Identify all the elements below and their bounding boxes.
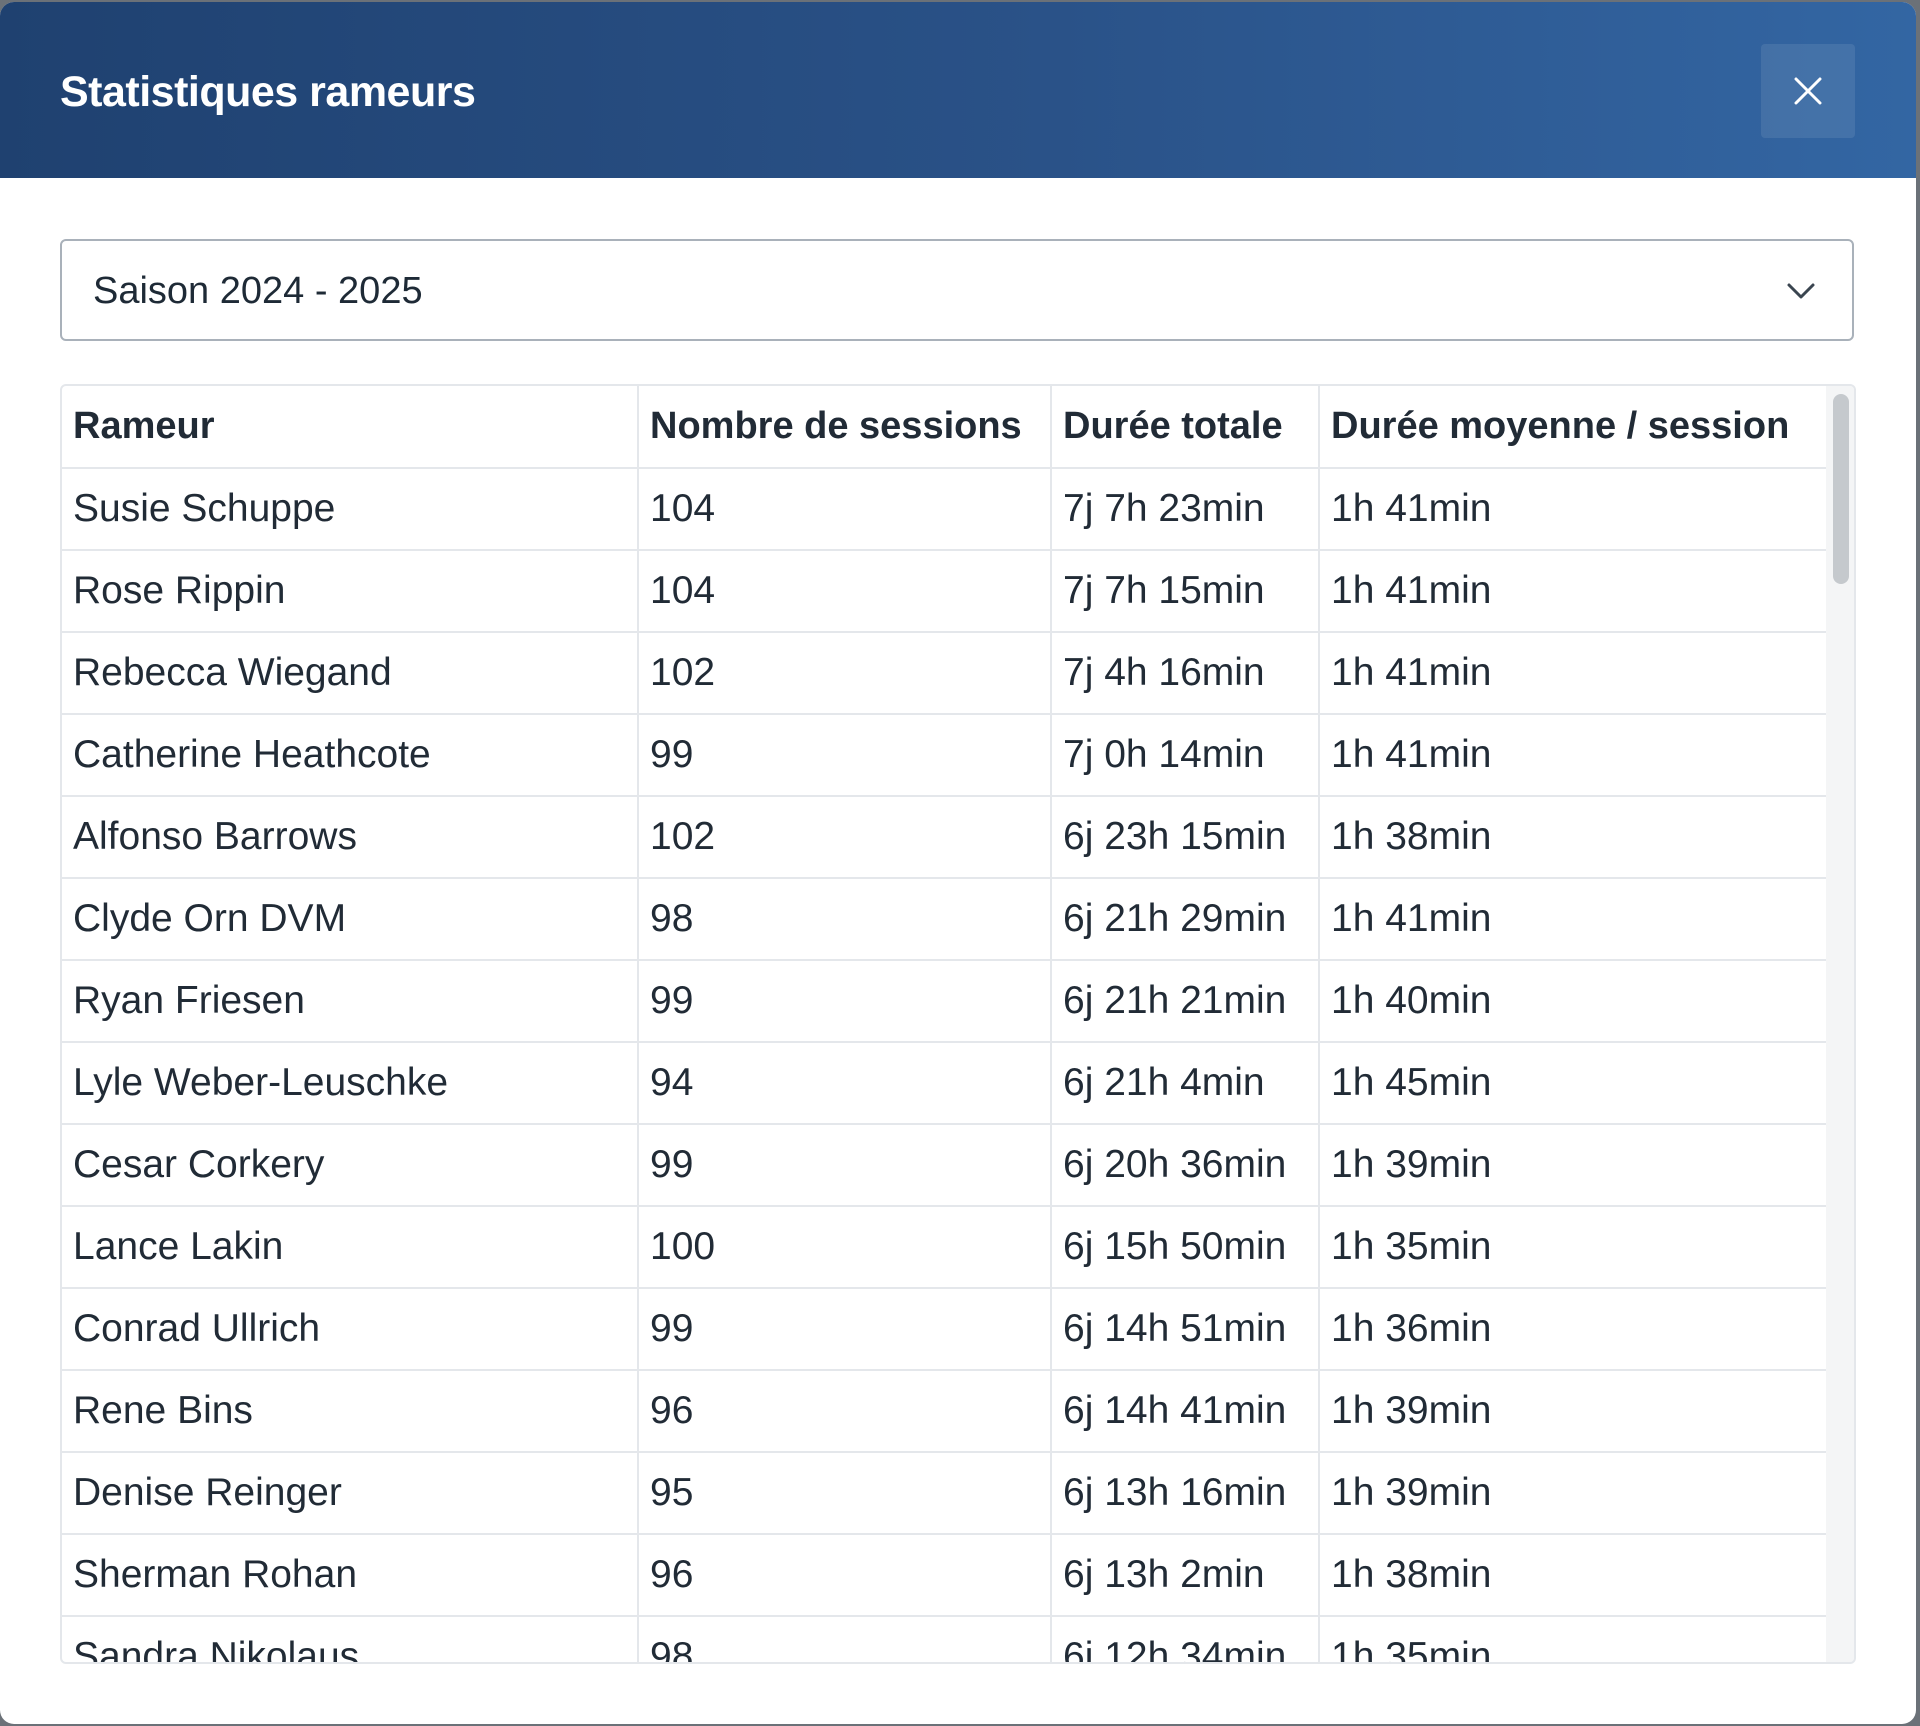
statistics-modal: Statistiques rameurs Saison 2024 - 2025 …	[0, 2, 1916, 1724]
average-duration-cell: 1h 41min	[1319, 714, 1829, 797]
total-duration-cell: 6j 20h 36min	[1051, 1124, 1320, 1207]
total-duration-cell: 6j 14h 41min	[1051, 1370, 1320, 1453]
total-duration-cell: 6j 14h 51min	[1051, 1288, 1320, 1371]
rower-name-cell: Rose Rippin	[62, 550, 639, 633]
table-row[interactable]: Lance Lakin 100 6j 15h 50min 1h 35min	[62, 1206, 1829, 1289]
total-duration-cell: 6j 12h 34min	[1051, 1616, 1320, 1662]
rower-name-cell: Ryan Friesen	[62, 960, 639, 1043]
average-duration-cell: 1h 39min	[1319, 1452, 1829, 1535]
season-select[interactable]: Saison 2024 - 2025	[60, 239, 1854, 341]
sessions-count-cell: 102	[638, 796, 1052, 879]
total-duration-cell: 6j 21h 29min	[1051, 878, 1320, 961]
table-row[interactable]: Rebecca Wiegand 102 7j 4h 16min 1h 41min	[62, 632, 1829, 715]
total-duration-cell: 7j 7h 23min	[1051, 468, 1320, 551]
chevron-down-icon	[1787, 283, 1815, 299]
table-header-row: Rameur Nombre de sessions Durée totale D…	[62, 386, 1829, 469]
average-duration-cell: 1h 39min	[1319, 1370, 1829, 1453]
sessions-count-cell: 102	[638, 632, 1052, 715]
table-row[interactable]: Clyde Orn DVM 98 6j 21h 29min 1h 41min	[62, 878, 1829, 961]
rower-name-cell: Denise Reinger	[62, 1452, 639, 1535]
total-duration-cell: 6j 21h 21min	[1051, 960, 1320, 1043]
average-duration-cell: 1h 40min	[1319, 960, 1829, 1043]
table-row[interactable]: Sandra Nikolaus 98 6j 12h 34min 1h 35min	[62, 1616, 1829, 1662]
sessions-count-cell: 99	[638, 1288, 1052, 1371]
sessions-count-cell: 96	[638, 1534, 1052, 1617]
total-duration-cell: 6j 15h 50min	[1051, 1206, 1320, 1289]
scrollbar-thumb[interactable]	[1833, 394, 1849, 584]
season-select-value: Saison 2024 - 2025	[93, 270, 423, 312]
sessions-count-cell: 98	[638, 878, 1052, 961]
average-duration-cell: 1h 41min	[1319, 878, 1829, 961]
rower-name-cell: Susie Schuppe	[62, 468, 639, 551]
table-row[interactable]: Susie Schuppe 104 7j 7h 23min 1h 41min	[62, 468, 1829, 551]
rower-name-cell: Sandra Nikolaus	[62, 1616, 639, 1662]
average-duration-cell: 1h 38min	[1319, 1534, 1829, 1617]
rower-name-cell: Catherine Heathcote	[62, 714, 639, 797]
close-button[interactable]	[1761, 44, 1855, 138]
table-row[interactable]: Rene Bins 96 6j 14h 41min 1h 39min	[62, 1370, 1829, 1453]
sessions-count-cell: 99	[638, 960, 1052, 1043]
column-header-total-duration[interactable]: Durée totale	[1051, 386, 1320, 469]
column-header-average-duration[interactable]: Durée moyenne / session	[1319, 386, 1829, 469]
sessions-count-cell: 96	[638, 1370, 1052, 1453]
sessions-count-cell: 104	[638, 468, 1052, 551]
total-duration-cell: 6j 13h 2min	[1051, 1534, 1320, 1617]
table-row[interactable]: Rose Rippin 104 7j 7h 15min 1h 41min	[62, 550, 1829, 633]
average-duration-cell: 1h 45min	[1319, 1042, 1829, 1125]
rower-name-cell: Lyle Weber-Leuschke	[62, 1042, 639, 1125]
close-icon	[1794, 77, 1822, 105]
total-duration-cell: 7j 0h 14min	[1051, 714, 1320, 797]
modal-title: Statistiques rameurs	[60, 68, 476, 116]
total-duration-cell: 7j 7h 15min	[1051, 550, 1320, 633]
rower-name-cell: Lance Lakin	[62, 1206, 639, 1289]
total-duration-cell: 6j 13h 16min	[1051, 1452, 1320, 1535]
total-duration-cell: 7j 4h 16min	[1051, 632, 1320, 715]
table-row[interactable]: Ryan Friesen 99 6j 21h 21min 1h 40min	[62, 960, 1829, 1043]
table-row[interactable]: Conrad Ullrich 99 6j 14h 51min 1h 36min	[62, 1288, 1829, 1371]
average-duration-cell: 1h 35min	[1319, 1206, 1829, 1289]
average-duration-cell: 1h 38min	[1319, 796, 1829, 879]
average-duration-cell: 1h 35min	[1319, 1616, 1829, 1662]
rower-name-cell: Rebecca Wiegand	[62, 632, 639, 715]
rower-name-cell: Conrad Ullrich	[62, 1288, 639, 1371]
modal-header: Statistiques rameurs	[0, 2, 1916, 178]
rower-name-cell: Alfonso Barrows	[62, 796, 639, 879]
table-row[interactable]: Denise Reinger 95 6j 13h 16min 1h 39min	[62, 1452, 1829, 1535]
column-header-sessions[interactable]: Nombre de sessions	[638, 386, 1052, 469]
table-row[interactable]: Cesar Corkery 99 6j 20h 36min 1h 39min	[62, 1124, 1829, 1207]
rowers-stats-table: Rameur Nombre de sessions Durée totale D…	[62, 386, 1829, 1662]
sessions-count-cell: 99	[638, 714, 1052, 797]
average-duration-cell: 1h 41min	[1319, 550, 1829, 633]
rowers-stats-table-container: Rameur Nombre de sessions Durée totale D…	[60, 384, 1856, 1664]
sessions-count-cell: 99	[638, 1124, 1052, 1207]
total-duration-cell: 6j 21h 4min	[1051, 1042, 1320, 1125]
total-duration-cell: 6j 23h 15min	[1051, 796, 1320, 879]
sessions-count-cell: 95	[638, 1452, 1052, 1535]
table-row[interactable]: Alfonso Barrows 102 6j 23h 15min 1h 38min	[62, 796, 1829, 879]
table-scrollbar[interactable]	[1826, 386, 1854, 1662]
table-row[interactable]: Catherine Heathcote 99 7j 0h 14min 1h 41min	[62, 714, 1829, 797]
sessions-count-cell: 94	[638, 1042, 1052, 1125]
average-duration-cell: 1h 41min	[1319, 632, 1829, 715]
rower-name-cell: Clyde Orn DVM	[62, 878, 639, 961]
sessions-count-cell: 104	[638, 550, 1052, 633]
average-duration-cell: 1h 39min	[1319, 1124, 1829, 1207]
average-duration-cell: 1h 36min	[1319, 1288, 1829, 1371]
column-header-rower[interactable]: Rameur	[62, 386, 639, 469]
table-row[interactable]: Lyle Weber-Leuschke 94 6j 21h 4min 1h 45min	[62, 1042, 1829, 1125]
rower-name-cell: Sherman Rohan	[62, 1534, 639, 1617]
rower-name-cell: Rene Bins	[62, 1370, 639, 1453]
sessions-count-cell: 98	[638, 1616, 1052, 1662]
sessions-count-cell: 100	[638, 1206, 1052, 1289]
table-row[interactable]: Sherman Rohan 96 6j 13h 2min 1h 38min	[62, 1534, 1829, 1617]
rower-name-cell: Cesar Corkery	[62, 1124, 639, 1207]
average-duration-cell: 1h 41min	[1319, 468, 1829, 551]
